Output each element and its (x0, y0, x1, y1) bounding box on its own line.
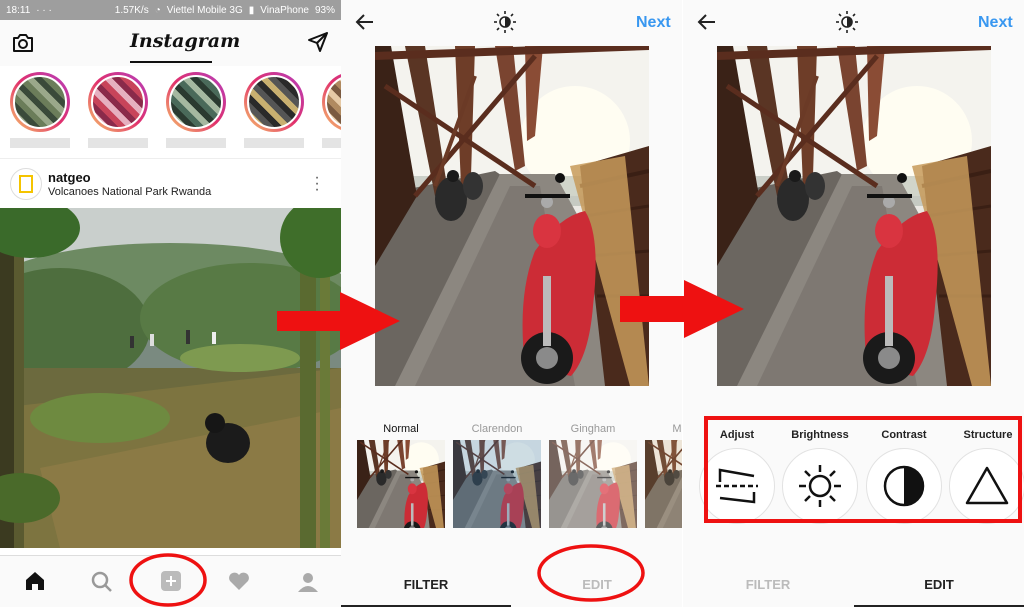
paper-plane-icon[interactable] (307, 31, 329, 53)
adjust-icon (716, 468, 758, 504)
stories-row (0, 66, 341, 156)
tab-edit[interactable]: EDIT (854, 577, 1024, 592)
filter-label-clarendon: Clarendon (471, 423, 523, 435)
post-username[interactable]: natgeo (48, 170, 91, 185)
tool-label-contrast: Contrast (881, 429, 927, 441)
edit-screen: Next Adjust Brightness Contrast Structur… (683, 0, 1024, 607)
story-avatar[interactable] (88, 72, 148, 132)
filter-normal-thumb[interactable] (357, 440, 445, 528)
filter-gingham-thumb[interactable] (549, 440, 637, 528)
logo-underline (130, 61, 212, 63)
filter-partial-thumb[interactable] (645, 440, 682, 528)
bottom-navigation (0, 555, 341, 607)
wifi-icon: ◔ (154, 4, 161, 16)
instagram-logo: Instagram (130, 30, 241, 52)
tool-label-structure: Structure (963, 429, 1013, 441)
story-name-blurred (10, 138, 70, 148)
story-name-blurred (166, 138, 226, 148)
post-header: natgeo Volcanoes National Park Rwanda · ·… (0, 158, 341, 208)
status-battery: 93% (314, 4, 335, 16)
filter-label-partial: M (672, 423, 682, 435)
tool-label-adjust: Adjust (719, 429, 755, 441)
feed-header: Instagram (0, 20, 341, 66)
filter-screen: Next Normal Clarendon Gingham M FILTER E… (341, 0, 682, 607)
adjust-tool-button[interactable] (699, 448, 775, 524)
story-avatar[interactable] (10, 72, 70, 132)
heart-icon[interactable] (228, 571, 250, 591)
story-name-blurred (322, 138, 341, 148)
signal-icon: ▮ (248, 4, 255, 16)
story-avatar[interactable] (244, 72, 304, 132)
post-photo[interactable] (0, 208, 341, 548)
feed-screen: 18:11 · · · 1.57K/s ◔ Viettel Mobile 3G … (0, 0, 341, 607)
next-button[interactable]: Next (978, 14, 1013, 32)
screenshot-collage: 18:11 · · · 1.57K/s ◔ Viettel Mobile 3G … (0, 0, 1024, 607)
photo-preview (375, 46, 649, 386)
add-icon[interactable] (160, 570, 182, 592)
contrast-tool-button[interactable] (866, 448, 942, 524)
brightness-icon (799, 465, 841, 507)
editor-tabs: FILTER EDIT (341, 565, 682, 607)
status-time: 18:11 (6, 4, 31, 16)
tab-edit[interactable]: EDIT (512, 577, 682, 592)
back-arrow-icon[interactable] (355, 12, 375, 32)
edit-tools-strip: Adjust Brightness Contrast Structure (683, 420, 1024, 530)
story-avatar[interactable] (322, 72, 341, 132)
tab-filter[interactable]: FILTER (683, 577, 853, 592)
filter-clarendon-thumb[interactable] (453, 440, 541, 528)
next-button[interactable]: Next (636, 14, 671, 32)
brightness-tool-button[interactable] (782, 448, 858, 524)
story-name-blurred (88, 138, 148, 148)
lux-icon[interactable] (493, 10, 517, 34)
status-dots: · · · (36, 4, 52, 16)
tab-filter[interactable]: FILTER (341, 577, 511, 592)
story-name-blurred (244, 138, 304, 148)
editor-top-bar: Next (341, 0, 682, 46)
lux-icon[interactable] (835, 10, 859, 34)
back-arrow-icon[interactable] (697, 12, 717, 32)
contrast-icon (883, 465, 925, 507)
more-vertical-icon[interactable]: · · · (312, 170, 322, 198)
story-avatar[interactable] (166, 72, 226, 132)
filter-strip: Normal Clarendon Gingham M (341, 420, 682, 540)
filter-label-normal: Normal (383, 423, 419, 435)
tool-label-brightness: Brightness (791, 429, 849, 441)
structure-icon (965, 466, 1009, 505)
status-carrier1: Viettel Mobile 3G (166, 4, 243, 16)
status-bar: 18:11 · · · 1.57K/s ◔ Viettel Mobile 3G … (0, 0, 341, 20)
natgeo-logo (19, 175, 33, 193)
camera-icon[interactable] (12, 33, 34, 53)
home-icon[interactable] (24, 571, 46, 591)
structure-tool-button[interactable] (949, 448, 1024, 524)
post-location[interactable]: Volcanoes National Park Rwanda (48, 186, 211, 198)
natgeo-avatar[interactable] (10, 168, 42, 200)
status-speed: 1.57K/s (114, 4, 149, 16)
editor-top-bar: Next (683, 0, 1024, 46)
profile-icon[interactable] (297, 571, 319, 593)
photo-preview (717, 46, 991, 386)
status-carrier2: VinaPhone (260, 4, 309, 16)
search-icon[interactable] (91, 571, 113, 593)
editor-tabs: FILTER EDIT (683, 565, 1024, 607)
filter-label-gingham: Gingham (570, 423, 616, 435)
